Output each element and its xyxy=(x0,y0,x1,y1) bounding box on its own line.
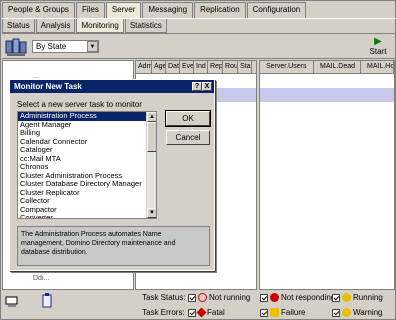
document-icon xyxy=(42,293,52,309)
fatal-icon xyxy=(196,307,207,318)
legend-label: Failure xyxy=(281,308,306,317)
task-description: The Administration Process automates Nam… xyxy=(17,226,210,266)
legend-not-responding[interactable]: Not responding xyxy=(260,293,335,302)
start-label: Start xyxy=(369,47,387,56)
vertical-scrollbar[interactable]: ▲ ▼ xyxy=(146,112,156,218)
chevron-down-icon[interactable]: ▼ xyxy=(87,41,98,52)
statistics-grid[interactable]: Server.UsersMAIL.DeadMAIL.Hold xyxy=(259,60,395,290)
tab-replication[interactable]: Replication xyxy=(194,2,246,18)
checkbox[interactable] xyxy=(188,293,196,302)
monitor-new-task-dialog: Monitor New Task ? X Select a new server… xyxy=(9,79,215,271)
no-entry-icon xyxy=(198,293,207,302)
column-header[interactable]: Eve xyxy=(180,61,194,73)
dialog-prompt: Select a new server task to monitor xyxy=(17,100,142,109)
checkbox[interactable] xyxy=(188,308,196,317)
legend-warning[interactable]: Warning xyxy=(332,308,383,317)
checkbox[interactable] xyxy=(332,293,340,302)
running-icon xyxy=(342,293,351,302)
close-button[interactable]: X xyxy=(202,82,212,91)
tree-item[interactable]: Ddi... xyxy=(33,275,49,282)
column-header[interactable]: Rep xyxy=(208,61,223,73)
start-button[interactable]: ▶ Start xyxy=(364,36,392,57)
legend-not-running[interactable]: Not running xyxy=(188,293,250,302)
column-header[interactable]: MAIL.Dead xyxy=(314,61,361,73)
task-list-item[interactable]: Converter xyxy=(18,213,146,218)
column-header[interactable]: MAIL.Hold xyxy=(361,61,394,73)
help-button[interactable]: ? xyxy=(192,82,202,91)
view-select-value: By State xyxy=(36,42,67,51)
view-select[interactable]: By State ▼ xyxy=(32,40,99,53)
legend-failure[interactable]: Failure xyxy=(260,308,305,317)
selected-row[interactable] xyxy=(260,88,394,102)
column-header[interactable]: Rou xyxy=(223,61,238,73)
scroll-thumb[interactable] xyxy=(147,122,156,152)
grid-header: Server.UsersMAIL.DeadMAIL.Hold xyxy=(260,61,394,74)
subtab-statistics[interactable]: Statistics xyxy=(124,19,167,33)
checkbox[interactable] xyxy=(332,308,340,317)
failure-icon xyxy=(270,308,279,317)
task-status-label: Task Status: xyxy=(142,293,186,302)
cancel-button[interactable]: Cancel xyxy=(166,130,210,145)
legend-label: Running xyxy=(353,293,383,302)
tab-server[interactable]: Server xyxy=(105,2,142,18)
computer-icon xyxy=(5,296,19,308)
grid-header: Adm Age Dat Eve Ind Rep Rou Sta xyxy=(136,61,256,74)
column-header[interactable]: Age xyxy=(152,61,166,73)
column-header[interactable]: Adm xyxy=(136,61,152,73)
tab-files[interactable]: Files xyxy=(75,2,105,18)
legend-bar: Task Status: Task Errors: Not running No… xyxy=(2,290,396,320)
scroll-up-icon[interactable]: ▲ xyxy=(147,112,156,122)
checkbox[interactable] xyxy=(260,308,268,317)
legend-label: Fatal xyxy=(207,308,225,317)
dialog-title: Monitor New Task xyxy=(14,82,82,91)
checkbox[interactable] xyxy=(260,293,268,302)
play-icon: ▶ xyxy=(374,36,382,47)
column-header[interactable]: Server.Users xyxy=(260,61,314,73)
main-tab-strip: People & Groups Files Server Messaging Repli… xyxy=(2,2,307,18)
subtab-monitoring[interactable]: Monitoring xyxy=(76,19,124,33)
column-header[interactable]: Ind xyxy=(194,61,208,73)
tab-configuration[interactable]: Configuration xyxy=(246,2,307,18)
legend-label: Not responding xyxy=(281,293,336,302)
tab-people-groups[interactable]: People & Groups xyxy=(2,2,75,18)
column-header[interactable]: Dat xyxy=(166,61,180,73)
dialog-title-bar: Monitor New Task ? X xyxy=(10,80,214,93)
column-header[interactable]: Sta xyxy=(238,61,252,73)
domino-administrator-window: People & Groups Files Server Messaging Repli… xyxy=(0,0,396,320)
legend-label: Warning xyxy=(353,308,383,317)
task-listbox[interactable]: Administration Process Agent Manager Billi… xyxy=(17,111,157,219)
ok-button[interactable]: OK xyxy=(165,110,211,127)
tab-messaging[interactable]: Messaging xyxy=(142,2,194,18)
warning-icon xyxy=(342,308,351,317)
legend-label: Not running xyxy=(209,293,251,302)
server-monitor-icon[interactable] xyxy=(5,37,27,57)
task-errors-label: Task Errors: xyxy=(142,308,185,317)
scroll-down-icon[interactable]: ▼ xyxy=(147,208,156,218)
sub-tab-strip: Status Analysis Monitoring Statistics xyxy=(2,18,396,33)
legend-fatal[interactable]: Fatal xyxy=(188,307,225,318)
toolbar: By State ▼ ▶ Start xyxy=(2,33,396,59)
subtab-analysis[interactable]: Analysis xyxy=(35,19,76,33)
stop-icon xyxy=(270,293,279,302)
legend-running[interactable]: Running xyxy=(332,293,383,302)
subtab-status[interactable]: Status xyxy=(2,19,35,33)
